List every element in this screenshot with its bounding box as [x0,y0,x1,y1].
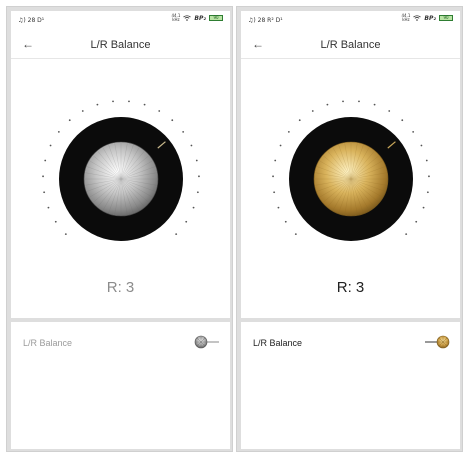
battery-icon: 90 [209,15,223,21]
dial-tick-dot [195,159,198,162]
page: ♫) 28 D¹ 44.1 kHz BP₂ 90 ← L/R Balance R:… [0,0,463,458]
dial-tick-dot [196,191,199,194]
wifi-icon [183,15,192,21]
settings-panel: L/R Balance [11,322,230,449]
bp-indicator: BP₂ [424,14,436,22]
balance-panel: ♫) 28 D¹ 44.1 kHz BP₂ 90 ← L/R Balance R:… [11,11,230,318]
header: ← L/R Balance [241,29,460,59]
settings-panel: L/R Balance [241,322,460,449]
dial-tick-dot [388,110,391,112]
dial-tick-dot [185,220,188,223]
balance-panel: ♫) 28 R² D¹ 44.1 kHz BP₂ 90 ← L/R Balance… [241,11,460,318]
sample-rate-unit: kHz [172,17,180,22]
status-bar: ♫) 28 R² D¹ 44.1 kHz BP₂ 90 [241,11,460,27]
dial-tick-dot [342,100,344,103]
dial-tick-dot [287,130,290,133]
dial-tick-dot [64,233,67,236]
dial-tick-dot [158,110,161,112]
status-right: 44.1 kHz BP₂ 90 [171,14,223,22]
dial-tick-dot [42,175,44,178]
dial-tick-dot [358,100,360,103]
dial-tick-dot [182,130,185,133]
wifi-icon [413,15,422,21]
page-title: L/R Balance [90,39,151,51]
screen-right: ♫) 28 R² D¹ 44.1 kHz BP₂ 90 ← L/R Balance… [236,6,463,452]
battery-icon: 90 [439,15,453,21]
dial-tick-dot [44,159,47,162]
setting-label: L/R Balance [23,338,73,348]
sample-rate: 44.1 kHz [401,14,410,22]
setting-label: L/R Balance [253,338,303,348]
dial-tick-dot [49,144,52,147]
dial-tick-dot [57,130,60,133]
dial-tick-dot [273,191,276,194]
balance-toggle[interactable] [424,334,450,350]
dial-tick-dot [428,175,430,178]
dial-tick-dot [96,103,99,106]
bp-indicator: BP₂ [194,14,206,22]
dial-tick-dot [284,220,287,223]
dial-tick-dot [415,220,418,223]
dial-tick-dot [274,159,277,162]
dial-tick-dot [298,119,301,122]
dial-tick-dot [405,233,408,236]
dial-tick-dot [422,206,425,209]
dial-tick-dot [192,206,195,209]
dial-tick-dot [425,159,428,162]
dial-tick-dot [112,100,114,103]
dial-tick-dot [279,144,282,147]
dial-tick-dot [272,175,274,178]
header: ← L/R Balance [11,29,230,59]
status-bar: ♫) 28 D¹ 44.1 kHz BP₂ 90 [11,11,230,27]
sample-rate: 44.1 kHz [171,14,180,22]
dial-tick-dot [412,130,415,133]
dial-tick-dot [54,220,57,223]
balance-dial[interactable] [41,91,201,266]
dial-tick-dot [373,103,376,106]
status-left-text: ♫) 28 R² D¹ [248,17,283,24]
dial-tick-dot [420,144,423,147]
balance-readout: R: 3 [106,279,135,296]
page-title: L/R Balance [320,39,381,51]
status-left-text: ♫) 28 D¹ [18,17,45,24]
dial-tick-dot [294,233,297,236]
dial-tick-dot [81,110,84,112]
dial-tick-dot [143,103,146,106]
dial-tick-dot [401,119,404,122]
dial-tick-dot [171,119,174,122]
dial-tick-dot [128,100,130,103]
screen-left: ♫) 28 D¹ 44.1 kHz BP₂ 90 ← L/R Balance R:… [6,6,233,452]
dial-tick-dot [43,191,46,194]
dial-tick-dot [326,103,329,106]
balance-toggle[interactable] [194,334,220,350]
sample-rate-unit: kHz [402,17,410,22]
dial-tick-dot [175,233,178,236]
status-right: 44.1 kHz BP₂ 90 [401,14,453,22]
dial-tick-dot [426,191,429,194]
balance-dial[interactable] [271,91,431,266]
balance-readout: R: 3 [336,279,365,296]
dial-tick-dot [311,110,314,112]
dial-tick-dot [198,175,200,178]
dial-tick-dot [47,206,50,209]
dial-tick-dot [277,206,280,209]
dial-tick-dot [68,119,71,122]
dial-tick-dot [190,144,193,147]
